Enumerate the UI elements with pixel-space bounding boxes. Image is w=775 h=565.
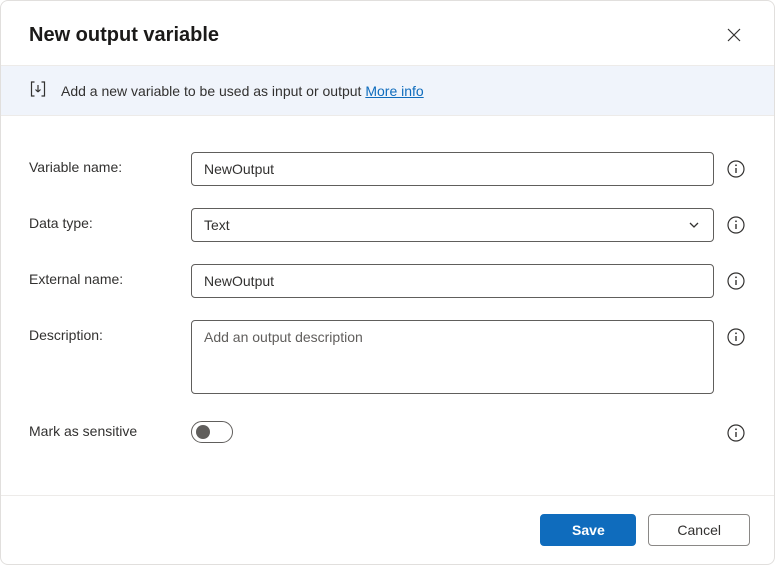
- info-icon: [727, 216, 745, 234]
- external-name-row: External name:: [29, 264, 746, 298]
- form-body: Variable name: Data type: Text E: [1, 116, 774, 495]
- dialog-header: New output variable: [1, 1, 774, 65]
- close-icon: [727, 28, 741, 42]
- external-name-input[interactable]: [191, 264, 714, 298]
- banner-text: Add a new variable to be used as input o…: [61, 83, 424, 99]
- bracket-down-icon: [29, 80, 47, 101]
- close-button[interactable]: [718, 19, 750, 51]
- description-row: Description:: [29, 320, 746, 394]
- variable-name-info-button[interactable]: [726, 159, 746, 179]
- dialog-footer: Save Cancel: [1, 495, 774, 564]
- mark-sensitive-label: Mark as sensitive: [29, 416, 191, 439]
- mark-sensitive-info-button[interactable]: [726, 423, 746, 443]
- mark-sensitive-toggle[interactable]: [191, 421, 233, 443]
- description-textarea[interactable]: [191, 320, 714, 394]
- chevron-down-icon: [687, 218, 701, 232]
- description-label: Description:: [29, 320, 191, 343]
- data-type-select[interactable]: Text: [191, 208, 714, 242]
- new-output-variable-dialog: New output variable Add a new variable t…: [0, 0, 775, 565]
- variable-name-input[interactable]: [191, 152, 714, 186]
- external-name-label: External name:: [29, 264, 191, 287]
- variable-name-row: Variable name:: [29, 152, 746, 186]
- variable-name-label: Variable name:: [29, 152, 191, 175]
- info-icon: [727, 160, 745, 178]
- info-icon: [727, 328, 745, 346]
- data-type-row: Data type: Text: [29, 208, 746, 242]
- data-type-label: Data type:: [29, 208, 191, 231]
- mark-sensitive-row: Mark as sensitive: [29, 416, 746, 443]
- description-info-button[interactable]: [726, 327, 746, 347]
- info-icon: [727, 424, 745, 442]
- info-banner: Add a new variable to be used as input o…: [1, 65, 774, 116]
- data-type-info-button[interactable]: [726, 215, 746, 235]
- cancel-button[interactable]: Cancel: [648, 514, 750, 546]
- external-name-info-button[interactable]: [726, 271, 746, 291]
- dialog-title: New output variable: [29, 24, 219, 47]
- info-icon: [727, 272, 745, 290]
- more-info-link[interactable]: More info: [365, 83, 423, 99]
- save-button[interactable]: Save: [540, 514, 636, 546]
- toggle-knob: [196, 425, 210, 439]
- data-type-value: Text: [204, 217, 230, 233]
